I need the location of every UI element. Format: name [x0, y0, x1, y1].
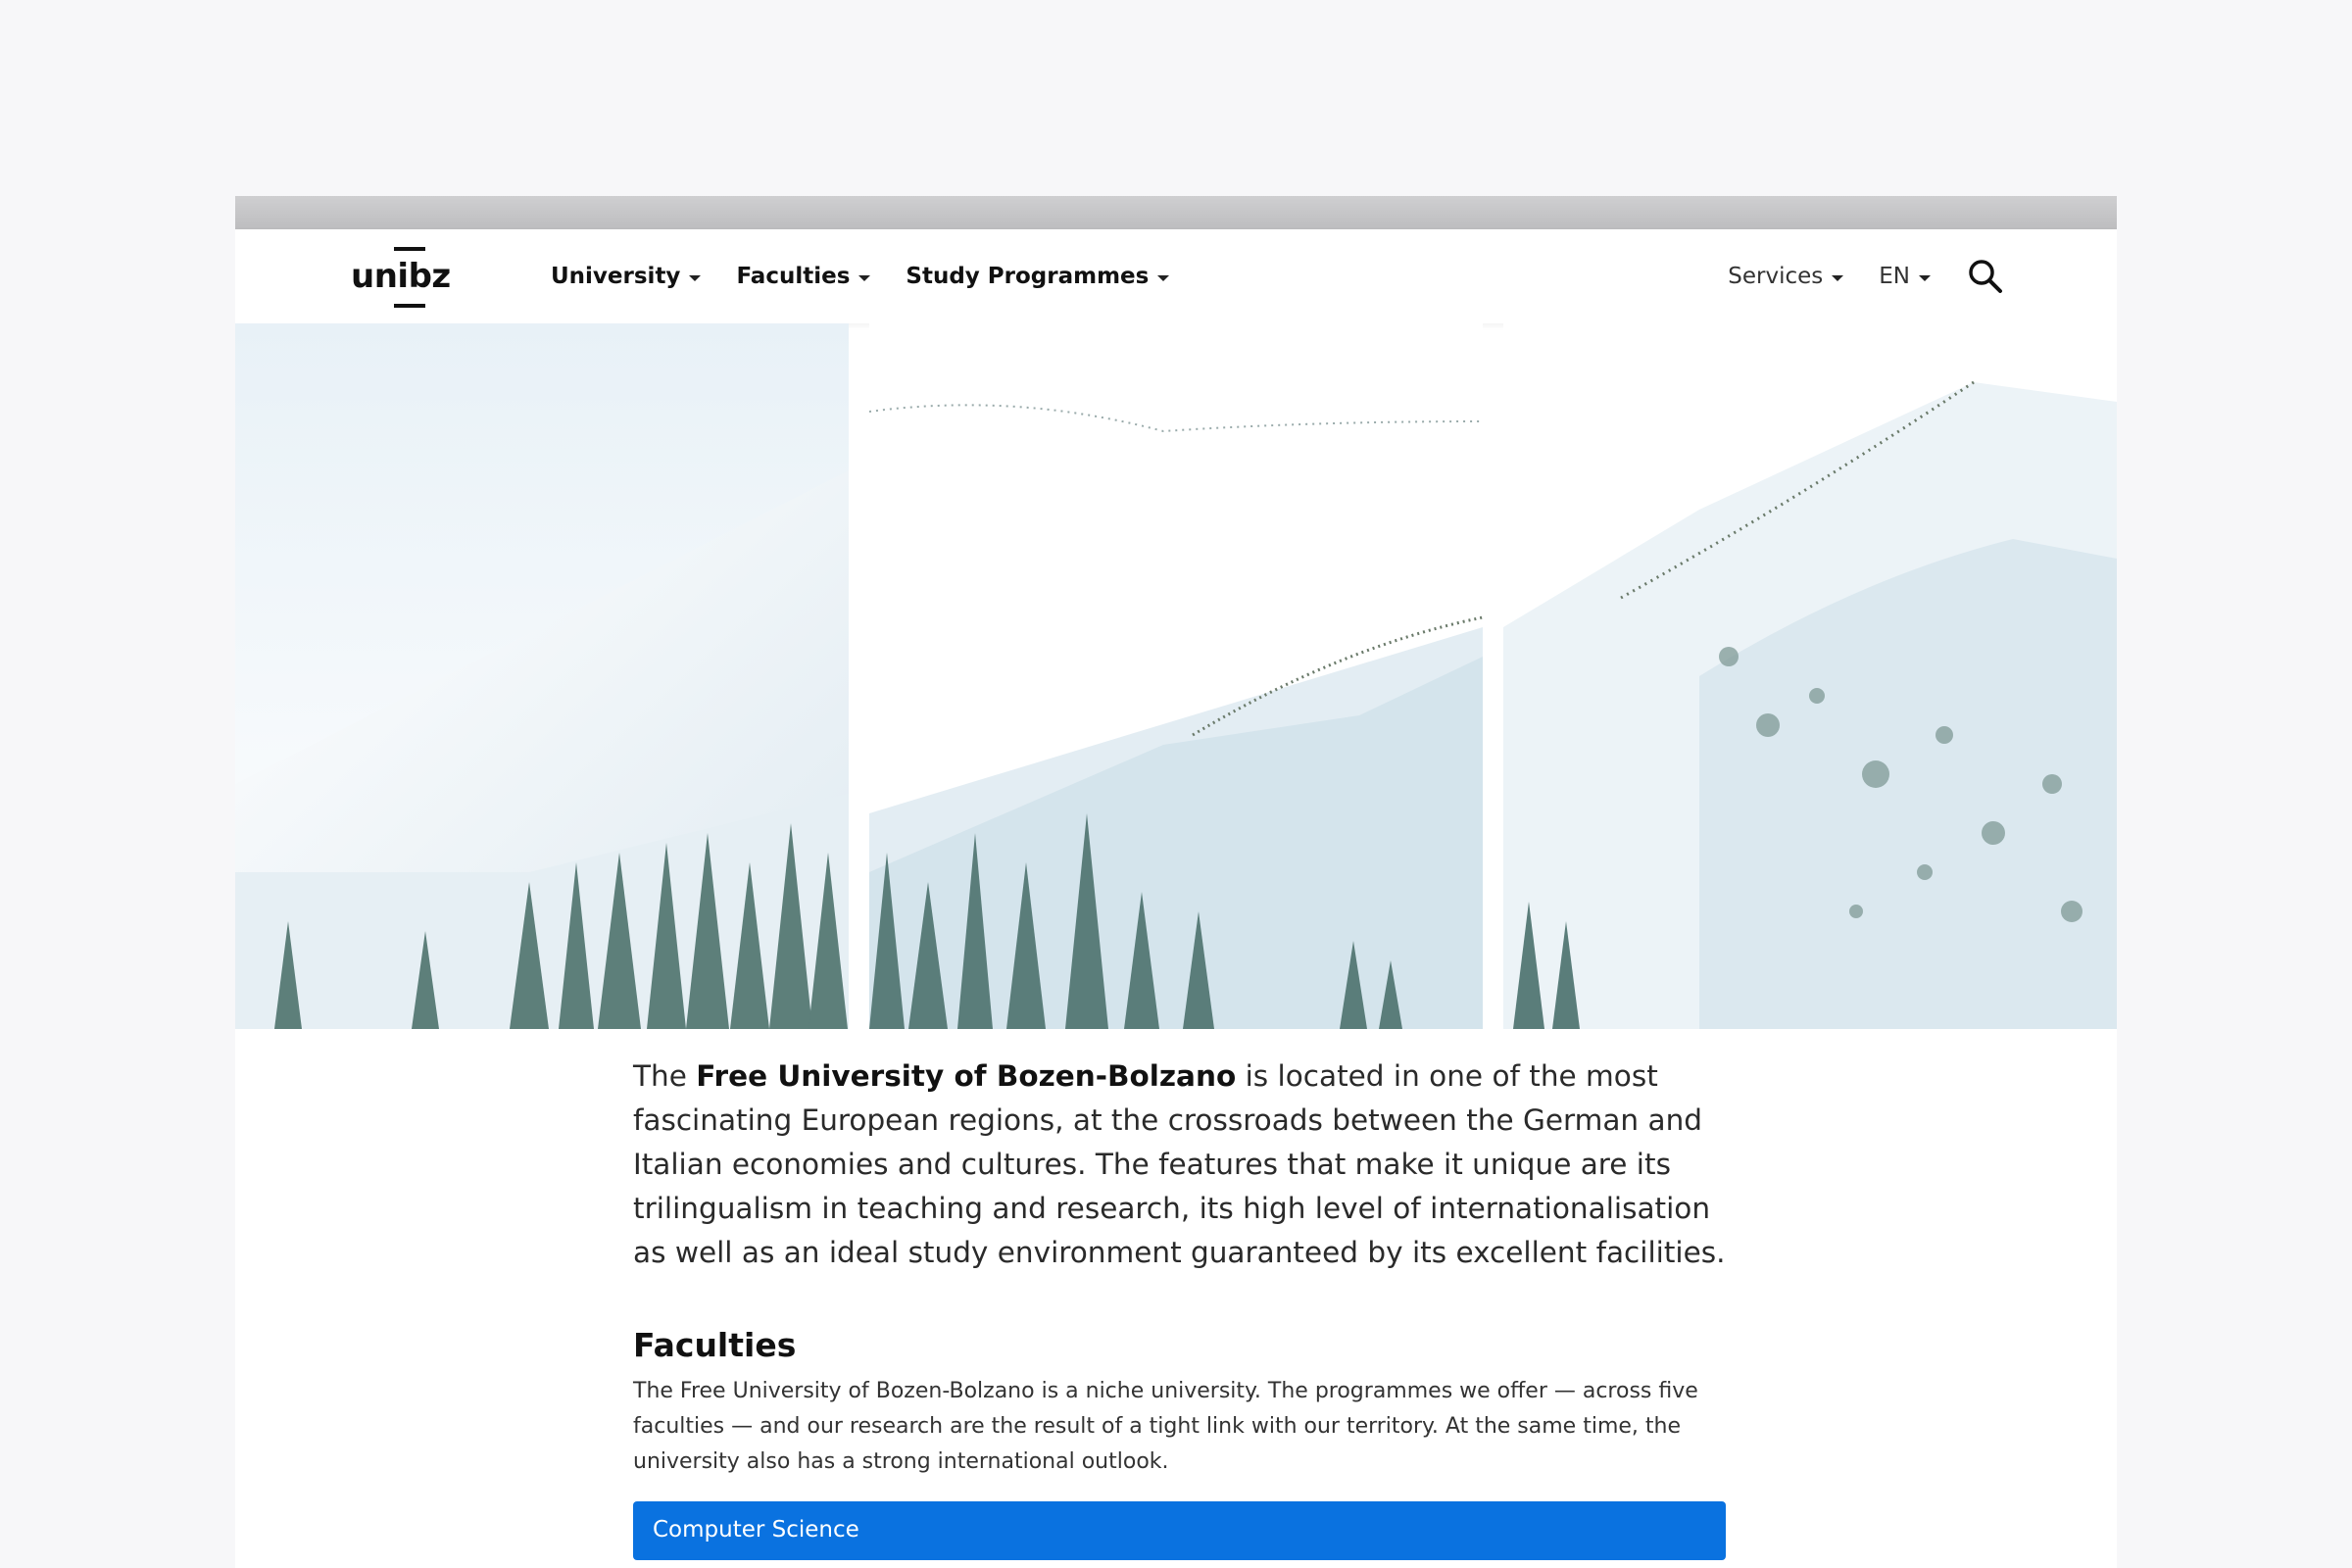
- unibz-logo[interactable]: unibz: [351, 247, 451, 308]
- main-nav: University Faculties Study Programmes: [551, 229, 1204, 323]
- intro-pre: The: [633, 1059, 697, 1093]
- search-icon: [1969, 260, 2002, 293]
- search-button[interactable]: [1966, 257, 2005, 296]
- nav-study-programmes-label: Study Programmes: [906, 264, 1150, 289]
- hero-panel-middle: [869, 323, 1483, 1029]
- logo-bar-top: [394, 247, 425, 251]
- intro-paragraph: The Free University of Bozen-Bolzano is …: [633, 1054, 1726, 1275]
- utility-nav: Services EN: [1728, 229, 2005, 323]
- nav-university[interactable]: University: [551, 264, 702, 289]
- chevron-down-icon: [1157, 274, 1170, 281]
- intro-university-name: Free University of Bozen-Bolzano: [696, 1059, 1237, 1093]
- hero-image: [235, 323, 2117, 1029]
- window-title-bar: [235, 196, 2117, 229]
- hero-panel-left: [235, 323, 849, 1029]
- faculties-description: The Free University of Bozen-Bolzano is …: [633, 1379, 1698, 1474]
- nav-services-label: Services: [1728, 264, 1824, 289]
- chevron-down-icon: [1919, 274, 1931, 281]
- faculty-computer-science-label: Computer Science: [653, 1517, 859, 1543]
- chevron-down-icon: [689, 274, 702, 281]
- faculties-heading: Faculties: [633, 1326, 797, 1364]
- nav-study-programmes[interactable]: Study Programmes: [906, 264, 1170, 289]
- nav-university-label: University: [551, 264, 681, 289]
- language-label: EN: [1879, 264, 1910, 289]
- main-content: The Free University of Bozen-Bolzano is …: [633, 1054, 1726, 1560]
- faculty-computer-science-button[interactable]: Computer Science: [633, 1501, 1726, 1560]
- hero-panel-right: [1503, 323, 2117, 1029]
- nav-faculties[interactable]: Faculties: [736, 264, 871, 289]
- nav-faculties-label: Faculties: [736, 264, 851, 289]
- language-selector[interactable]: EN: [1879, 264, 1931, 289]
- logo-bar-bottom: [394, 304, 425, 308]
- chevron-down-icon: [1832, 274, 1844, 281]
- logo-text: unibz: [351, 257, 451, 296]
- nav-services[interactable]: Services: [1728, 264, 1844, 289]
- chevron-down-icon: [858, 274, 871, 281]
- browser-window: unibz University Faculties Study Program…: [235, 196, 2117, 1568]
- top-navbar: unibz University Faculties Study Program…: [235, 229, 2117, 323]
